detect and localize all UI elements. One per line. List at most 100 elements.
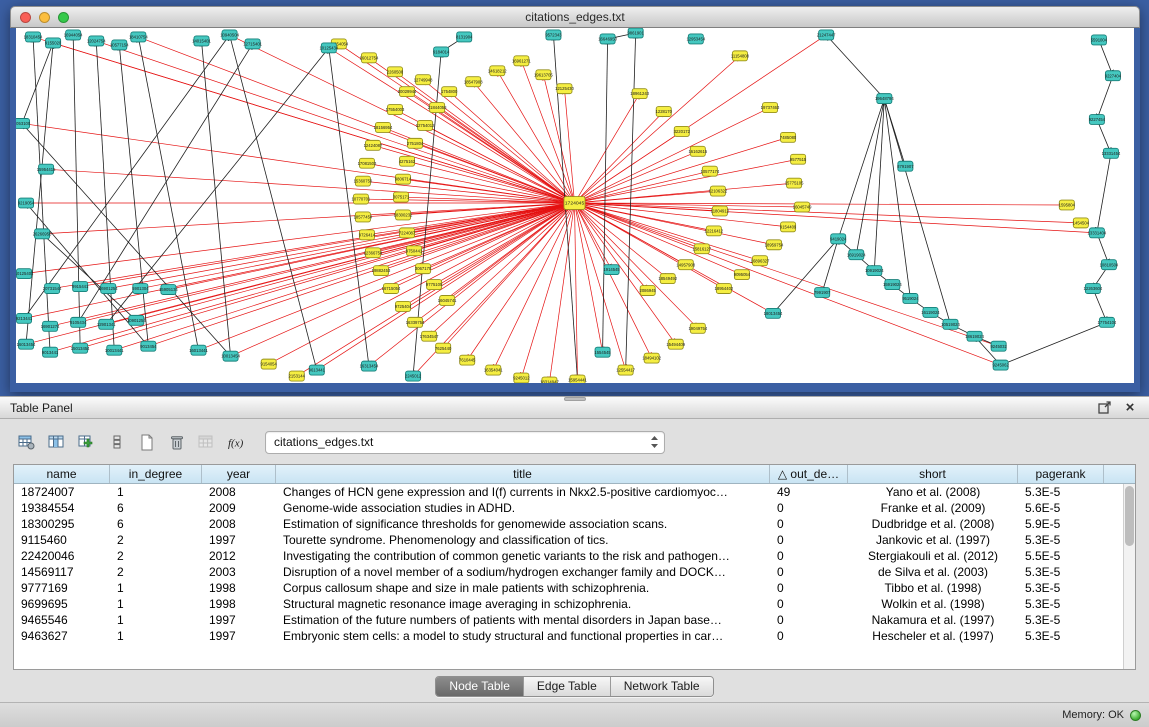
function-builder-icon[interactable]: f(x) (223, 429, 250, 455)
window-close-button[interactable] (20, 12, 31, 23)
graph-node[interactable]: 12263604 (1084, 284, 1103, 294)
window-zoom-button[interactable] (58, 12, 69, 23)
graph-node[interactable]: 10013441 (105, 345, 124, 355)
graph-node[interactable]: 16646950 (598, 34, 617, 44)
graph-node[interactable]: 9227454 (1089, 115, 1106, 125)
delete-column-icon[interactable] (163, 429, 190, 455)
graph-node[interactable]: 15775105 (785, 178, 804, 188)
hub-node[interactable]: 1724045 (564, 197, 585, 210)
graph-node[interactable]: 7625440 (435, 343, 452, 353)
graph-node[interactable]: 16944054 (64, 30, 83, 40)
table-row[interactable]: 969969511998Structural magnetic resonanc… (14, 596, 1135, 612)
graph-node[interactable]: 9572343 (545, 30, 562, 40)
graph-node[interactable]: 17754104 (1098, 317, 1117, 327)
graph-node[interactable]: 2751804 (407, 138, 424, 148)
graph-node[interactable]: 10770701 (352, 194, 371, 204)
graph-node[interactable]: 10577174 (701, 166, 720, 176)
graph-node[interactable]: 1914545 (603, 265, 620, 275)
graph-node[interactable]: 16119024 (921, 307, 940, 317)
graph-node[interactable]: 9245032 (990, 341, 1007, 351)
graph-node[interactable]: 9105434 (70, 317, 87, 327)
graph-node[interactable]: 9095054 (734, 270, 751, 280)
table-scrollbar[interactable] (1123, 484, 1135, 669)
graph-node[interactable]: 3067170 (415, 264, 432, 274)
graph-node[interactable]: 18577454 (354, 212, 373, 222)
table-row[interactable]: 1830029562008Estimation of significance … (14, 516, 1135, 532)
graph-node[interactable]: 9213441 (16, 313, 33, 323)
graph-node[interactable]: 12754012 (416, 120, 435, 130)
graph-node[interactable]: 2153144 (289, 371, 306, 381)
graph-node[interactable]: 18961243 (630, 89, 649, 99)
graph-node[interactable]: 1595804 (1059, 200, 1076, 210)
graph-node[interactable]: 12424087 (364, 140, 383, 150)
window-minimize-button[interactable] (39, 12, 50, 23)
graph-node[interactable]: 16919024 (847, 250, 866, 260)
graph-node[interactable]: 15954415 (37, 164, 56, 174)
graph-node[interactable]: 16715054 (382, 284, 401, 294)
table-scrollbar-thumb[interactable] (1125, 486, 1134, 546)
table-options-icon[interactable] (13, 429, 40, 455)
graph-node[interactable]: 8791907 (897, 161, 914, 171)
graph-node[interactable]: 2086945 (640, 286, 657, 296)
graph-node[interactable]: 10810504 (1100, 260, 1119, 270)
graph-node[interactable]: 12749948 (414, 75, 433, 85)
graph-node[interactable]: 20731544 (43, 284, 62, 294)
graph-node[interactable]: 16961271 (512, 56, 531, 66)
graph-node[interactable]: 18300232 (394, 210, 413, 220)
edit-table-icon[interactable] (73, 429, 100, 455)
graph-node[interactable]: 10125401 (16, 269, 34, 279)
graph-node[interactable]: 16162615 (688, 146, 707, 156)
panel-splitter-handle[interactable] (564, 397, 586, 401)
column-header-out_degree[interactable]: △ out_de… (770, 465, 848, 483)
graph-node[interactable]: 5901304 (132, 284, 149, 294)
graph-node[interactable]: 20029944 (398, 87, 417, 97)
network-table-select[interactable]: citations_edges.txt (265, 431, 665, 454)
graph-node[interactable]: 19737463 (761, 103, 780, 113)
graph-node[interactable]: 9227404 (1105, 71, 1122, 81)
graph-node[interactable]: 4275162 (399, 156, 416, 166)
graph-node[interactable]: 9861901 (627, 28, 644, 38)
graph-node[interactable]: 10901254 (127, 315, 146, 325)
tab-edge-table[interactable]: Edge Table (524, 677, 611, 696)
graph-node[interactable]: 21247447 (817, 30, 836, 40)
graph-node[interactable]: 3075171 (393, 192, 410, 202)
graph-node[interactable]: 15954441 (568, 375, 587, 383)
graph-node[interactable]: 9419024 (830, 234, 847, 244)
graph-node[interactable]: 9775105 (426, 280, 443, 290)
graph-node[interactable]: 2245012 (405, 371, 422, 381)
graph-node[interactable]: 16896327 (751, 256, 770, 266)
graph-node[interactable]: 18619024 (965, 331, 984, 341)
graph-node[interactable]: 12106322 (709, 186, 728, 196)
graph-node[interactable]: 9154054 (260, 359, 277, 369)
graph-node[interactable]: 10940504 (220, 30, 239, 40)
graph-node[interactable]: 16045741 (438, 295, 457, 305)
graph-node[interactable]: 9725404 (395, 301, 412, 311)
graph-node[interactable]: 18954402 (715, 284, 734, 294)
graph-node[interactable]: 15013454 (71, 343, 90, 353)
graph-node[interactable]: 12216412 (705, 226, 724, 236)
graph-node[interactable]: 19882453 (372, 266, 391, 276)
graph-node[interactable]: 21844058 (428, 103, 447, 113)
graph-node[interactable]: 5591004 (1091, 35, 1108, 45)
graph-node[interactable]: 14618212 (488, 66, 507, 76)
column-options-icon[interactable] (43, 429, 70, 455)
graph-node[interactable]: 17554003 (386, 105, 405, 115)
graph-node[interactable]: 8131904 (456, 32, 473, 42)
graph-node[interactable]: 18410754 (129, 32, 148, 42)
graph-node[interactable]: 7224087 (399, 228, 416, 238)
graph-node[interactable]: 9726414 (359, 230, 376, 240)
graph-node[interactable]: 2053100 (16, 118, 31, 128)
close-panel-icon[interactable]: × (1121, 400, 1139, 416)
graph-node[interactable]: 9219054 (18, 198, 35, 208)
float-panel-icon[interactable] (1095, 400, 1113, 416)
graph-node[interactable]: 9155020 (45, 38, 62, 48)
graph-node[interactable]: 15905134 (159, 285, 178, 295)
graph-node[interactable]: 16901274 (41, 321, 60, 331)
table-row[interactable]: 1938455462009Genome-wide association stu… (14, 500, 1135, 516)
graph-node[interactable]: 16313454 (360, 361, 379, 371)
graph-node[interactable]: 12715401 (243, 39, 262, 49)
graph-node[interactable]: 18310454 (24, 32, 43, 42)
graph-node[interactable]: 12554417 (616, 365, 635, 375)
graph-node[interactable]: 10577154 (110, 40, 129, 50)
graph-node[interactable]: 12953454 (686, 34, 705, 44)
